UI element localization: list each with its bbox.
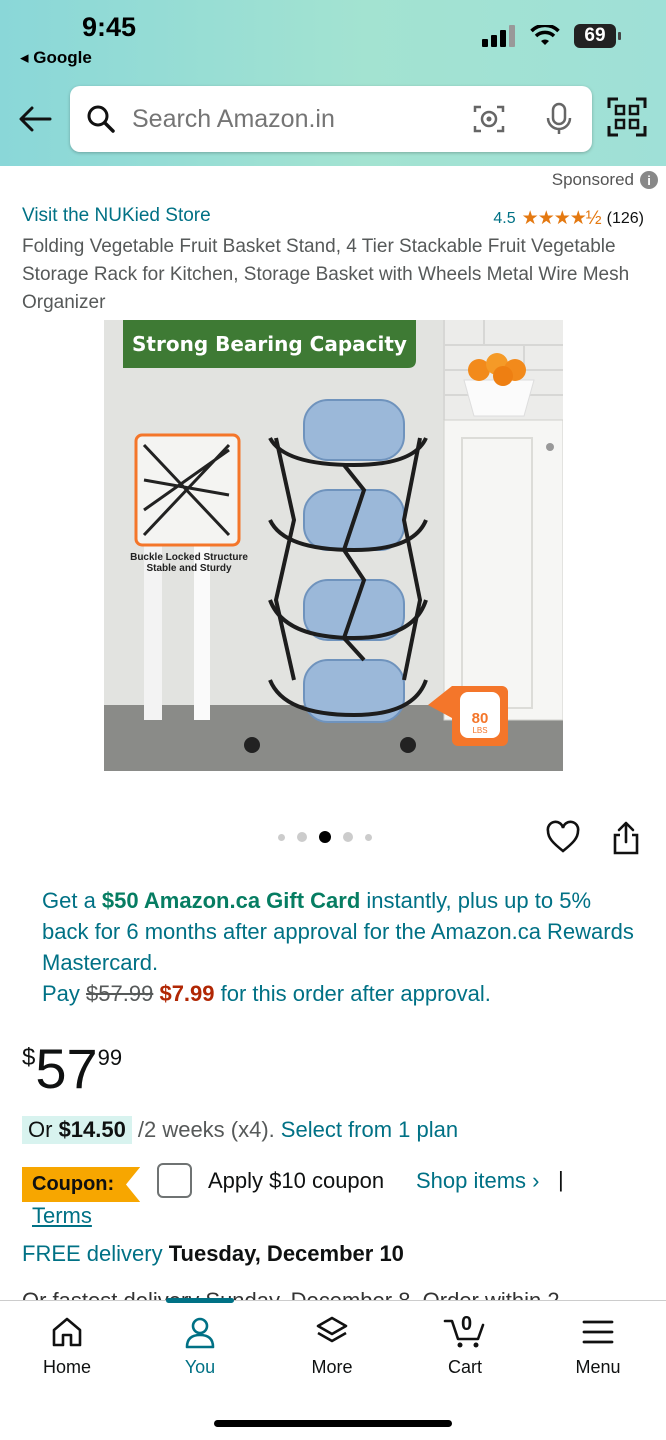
price-fraction: 99 xyxy=(97,1045,123,1070)
separator: | xyxy=(558,1167,564,1192)
layers-icon xyxy=(316,1316,348,1343)
back-arrow-icon[interactable] xyxy=(16,100,54,138)
wifi-icon xyxy=(530,25,560,45)
original-price: $57.99 xyxy=(86,981,154,1006)
installment-amount-box: Or $14.50 xyxy=(22,1116,132,1144)
weight-badge-unit: LBS xyxy=(472,726,488,735)
promo-text: for this order after approval. xyxy=(214,981,491,1006)
menu-icon xyxy=(582,1320,614,1344)
installment-or: Or xyxy=(28,1117,59,1142)
promo-text: Pay xyxy=(42,981,87,1006)
active-tab-indicator xyxy=(166,1298,234,1303)
app-header: 9:45 ◂ Google 69 xyxy=(0,0,666,166)
camera-search-icon[interactable] xyxy=(472,102,506,136)
free-delivery-link[interactable]: FREE delivery xyxy=(22,1241,163,1266)
carousel-dot[interactable] xyxy=(365,833,372,841)
shop-items-link[interactable]: Shop items › xyxy=(416,1168,540,1194)
home-indicator[interactable] xyxy=(214,1420,452,1427)
apply-coupon-checkbox[interactable] xyxy=(157,1163,192,1198)
promo-text: Get a xyxy=(42,888,102,913)
signal-icon xyxy=(482,25,515,47)
qr-scan-icon[interactable] xyxy=(606,96,648,138)
tab-home[interactable]: Home xyxy=(7,1315,127,1378)
terms-link[interactable]: Terms xyxy=(32,1203,92,1229)
home-icon xyxy=(52,1317,82,1347)
coupon-badge: Coupon: xyxy=(22,1167,141,1202)
sponsored-text: Sponsored xyxy=(551,170,634,189)
rating-summary[interactable]: 4.5 ★★★★½ (126) xyxy=(493,207,644,230)
gift-card-amount: $50 Amazon.ca Gift Card xyxy=(101,888,361,913)
search-input[interactable] xyxy=(132,104,462,134)
tab-label: Cart xyxy=(447,1357,482,1377)
tab-more[interactable]: More xyxy=(272,1315,392,1378)
price-currency: $ xyxy=(22,1044,36,1071)
apply-coupon-label[interactable]: Apply $10 coupon xyxy=(208,1168,384,1194)
sponsored-label[interactable]: Sponsored i xyxy=(552,170,658,190)
info-icon: i xyxy=(640,171,658,189)
share-icon[interactable] xyxy=(608,820,644,856)
delivery-info: FREE delivery Tuesday, December 10 xyxy=(22,1241,404,1267)
weight-badge-value: 80 xyxy=(471,710,489,727)
carousel-dot[interactable] xyxy=(343,832,353,842)
installment-amount: $14.50 xyxy=(58,1117,126,1142)
cart-count: 0 xyxy=(461,1313,473,1335)
status-icons: 69 xyxy=(482,24,621,48)
discounted-price: $7.99 xyxy=(159,981,215,1006)
carousel-dot[interactable] xyxy=(278,833,285,841)
tab-label: Home xyxy=(42,1357,91,1377)
tab-you[interactable]: You xyxy=(140,1315,260,1378)
tab-label: More xyxy=(311,1357,353,1377)
microphone-icon[interactable] xyxy=(544,102,574,136)
tab-label: Menu xyxy=(575,1357,621,1377)
carousel-dot[interactable] xyxy=(297,832,307,842)
tab-cart[interactable]: 0 Cart xyxy=(405,1313,525,1378)
tab-menu[interactable]: Menu xyxy=(538,1315,658,1378)
rating-value: 4.5 xyxy=(493,209,516,227)
back-app-label: Google xyxy=(33,48,92,67)
select-plan-link[interactable]: Select from 1 plan xyxy=(281,1117,458,1143)
fastest-delivery-partial: Or fastest delivery Sunday, December 8. … xyxy=(22,1288,642,1300)
carousel-dot-active[interactable] xyxy=(319,831,331,843)
tab-label: You xyxy=(184,1357,216,1377)
product-photo xyxy=(104,320,563,771)
store-link[interactable]: Visit the NUKied Store xyxy=(22,205,211,227)
bottom-tab-bar: Home You More 0 Cart Menu xyxy=(0,1298,666,1440)
product-price: $ 57 99 xyxy=(22,1040,122,1098)
back-to-app-link[interactable]: ◂ Google xyxy=(20,48,92,68)
image-caption-line2: Stable and Sturdy xyxy=(146,563,232,574)
search-bar[interactable] xyxy=(70,86,592,152)
product-image[interactable]: Strong Bearing Capacity Buckle Locked St… xyxy=(104,320,563,771)
image-caption-line1: Buckle Locked Structure xyxy=(130,552,248,563)
delivery-date: Tuesday, December 10 xyxy=(168,1241,404,1266)
installment-plan: Or $14.50 /2 weeks (x4). Select from 1 p… xyxy=(22,1116,458,1144)
installment-period: /2 weeks (x4). xyxy=(137,1117,275,1142)
price-whole: 57 xyxy=(35,1037,98,1100)
image-carousel-dots[interactable] xyxy=(278,831,372,843)
heart-icon[interactable] xyxy=(545,820,581,856)
credit-card-promo[interactable]: Get a $50 Amazon.ca Gift Card instantly,… xyxy=(42,885,642,1009)
product-title[interactable]: Folding Vegetable Fruit Basket Stand, 4 … xyxy=(22,233,642,317)
review-count: (126) xyxy=(606,209,644,227)
star-rating-icon: ★★★★½ xyxy=(521,208,602,229)
image-banner-text: Strong Bearing Capacity xyxy=(132,332,407,356)
user-icon xyxy=(185,1317,215,1349)
search-icon xyxy=(87,105,115,133)
battery-indicator: 69 xyxy=(574,24,621,48)
status-time: 9:45 xyxy=(82,12,137,42)
